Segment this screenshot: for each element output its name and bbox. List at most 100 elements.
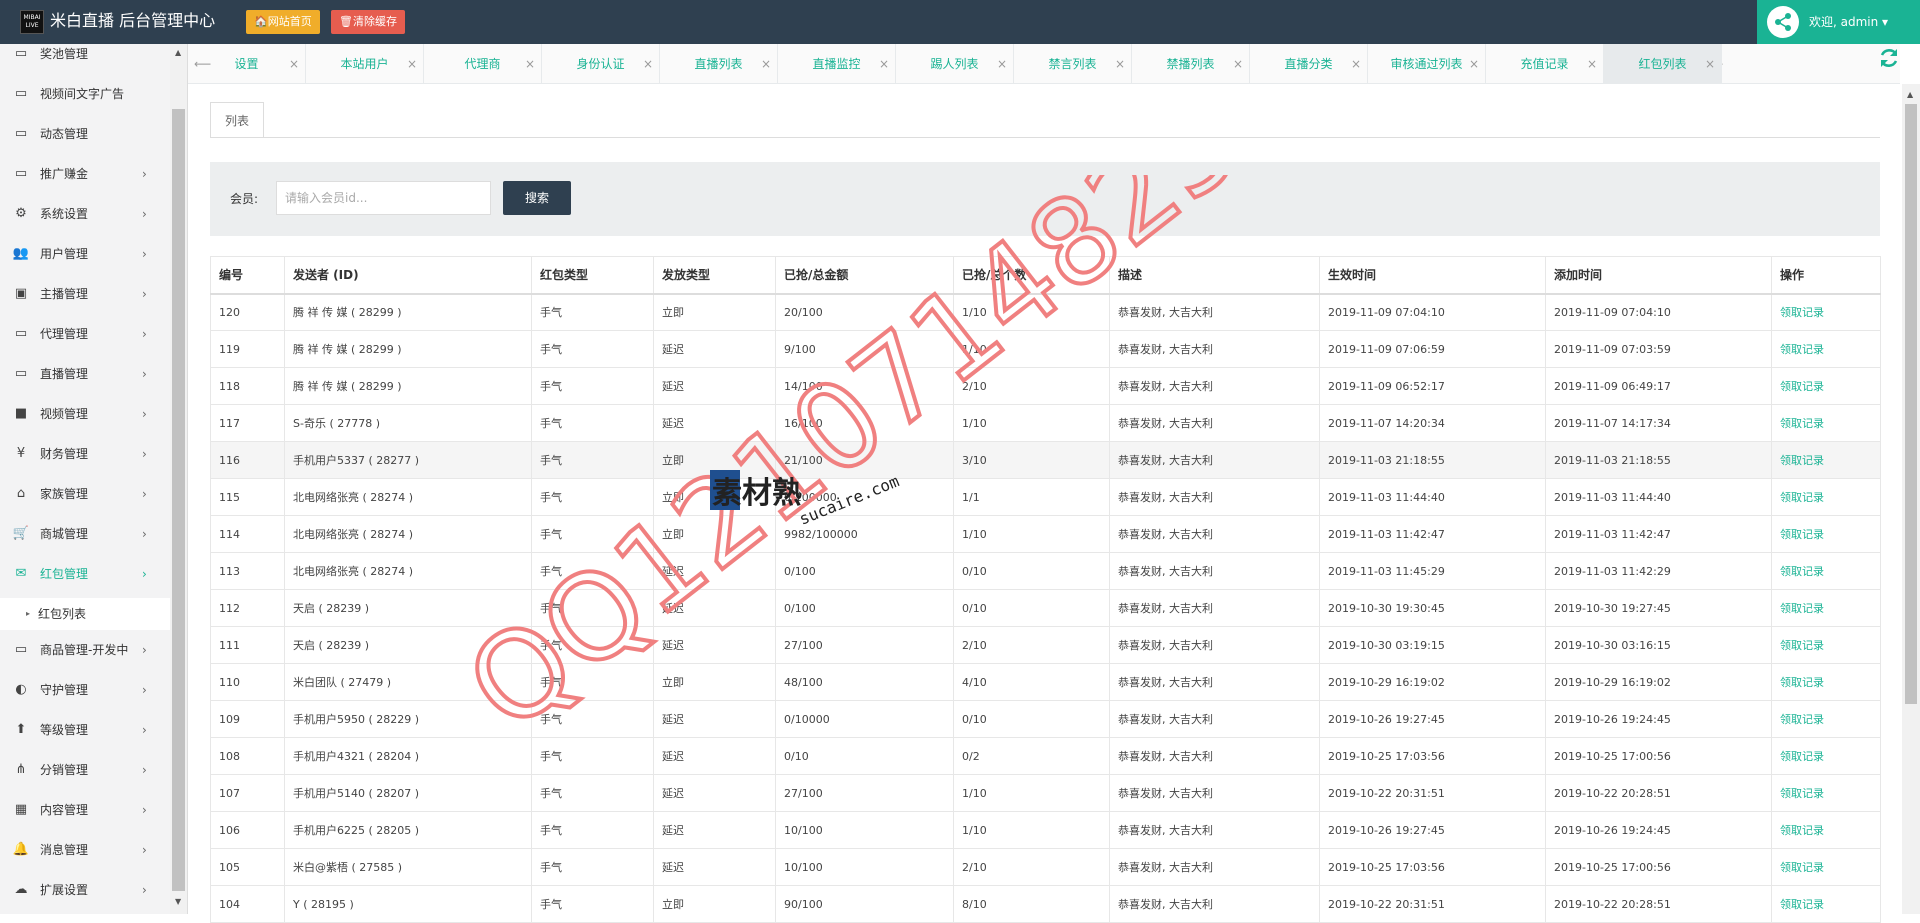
content-scroll-thumb[interactable] [1905,104,1917,704]
tab-item-8[interactable]: 禁播列表 × [1132,44,1250,84]
claim-records-link[interactable]: 领取记录 [1771,404,1881,442]
clear-cache-button[interactable]: 🗑清除缓存 [331,10,405,34]
table-row[interactable]: 117 S-奇乐 ( 27778 ) 手气 延迟 16/100 1/10 恭喜发财, 大吉大… [210,404,1881,442]
table-row[interactable]: 104 Y ( 28195 ) 手气 立即 90/100 8/10 恭喜发财, 大吉大利 20… [210,885,1881,923]
sidebar-item-after-0[interactable]: ▭ 商品管理-开发中 › [0,630,170,670]
close-icon[interactable]: × [643,44,653,84]
table-row[interactable]: 111 天启 ( 28239 ) 手气 延迟 27/100 2/10 恭喜发财, 大吉大利 2… [210,626,1881,664]
tab-item-2[interactable]: 代理商 × [424,44,542,84]
scroll-down-arrow-icon[interactable]: ▼ [175,897,181,906]
table-row[interactable]: 108 手机用户4321 ( 28204 ) 手气 延迟 0/10 0/2 恭喜发财, 大吉… [210,737,1881,775]
close-icon[interactable]: × [1587,44,1597,84]
table-row[interactable]: 115 北电网络张亮 ( 28274 ) 手气 立即 0/100000 1/1 恭喜发财, … [210,478,1881,516]
table-cell: 1/10 [953,330,1110,368]
tab-list[interactable]: 列表 [210,102,264,138]
claim-records-link[interactable]: 领取记录 [1771,367,1881,405]
table-row[interactable]: 105 米白@紫梧 ( 27585 ) 手气 延迟 10/100 2/10 恭喜发财, 大吉… [210,848,1881,886]
sidebar-scrollbar[interactable]: ▲ ▼ [170,44,187,914]
table-cell: 118 [210,367,285,405]
table-row[interactable]: 114 北电网络张亮 ( 28274 ) 手气 立即 9982/100000 1/10 恭喜… [210,515,1881,553]
close-icon[interactable]: × [407,44,417,84]
sidebar-item-5[interactable]: 👥 用户管理 › [0,234,170,274]
sidebar-item-8[interactable]: ▭ 直播管理 › [0,354,170,394]
claim-records-link[interactable]: 领取记录 [1771,441,1881,479]
user-menu[interactable]: 欢迎, admin ▾ [1757,0,1920,44]
refresh-icon[interactable] [1874,46,1904,78]
sidebar-item-6[interactable]: ▣ 主播管理 › [0,274,170,314]
sidebar-item-after-2[interactable]: ⬆ 等级管理 › [0,710,170,750]
member-label: 会员: [230,192,259,206]
table-row[interactable]: 116 手机用户5337 ( 28277 ) 手气 立即 21/100 3/10 恭喜发财,… [210,441,1881,479]
tab-item-9[interactable]: 直播分类 × [1250,44,1368,84]
claim-records-link[interactable]: 领取记录 [1771,515,1881,553]
tab-item-12[interactable]: 红包列表 × [1604,44,1722,84]
sidebar-item-after-3[interactable]: ⋔ 分销管理 › [0,750,170,790]
sidebar-item-0[interactable]: ▭ 奖池管理 [0,44,170,74]
sidebar-item-1[interactable]: ▭ 视频间文字广告 [0,74,170,114]
table-row[interactable]: 110 米白团队 ( 27479 ) 手气 立即 48/100 4/10 恭喜发财, 大吉大… [210,663,1881,701]
close-icon[interactable]: × [1705,44,1715,84]
sidebar-subitem-red-packet-list[interactable]: ▸ 红包列表 [0,598,170,630]
claim-records-link[interactable]: 领取记录 [1771,626,1881,664]
scroll-up-arrow-icon[interactable]: ▲ [175,48,181,57]
close-icon[interactable]: × [1469,44,1479,84]
tab-item-4[interactable]: 直播列表 × [660,44,778,84]
sidebar-item-7[interactable]: ▭ 代理管理 › [0,314,170,354]
sidebar-scroll-thumb[interactable] [172,109,185,891]
close-icon[interactable]: × [525,44,535,84]
tab-item-6[interactable]: 踢人列表 × [896,44,1014,84]
member-id-input[interactable] [276,181,491,215]
sidebar-item-11[interactable]: ⌂ 家族管理 › [0,474,170,514]
table-row[interactable]: 112 天启 ( 28239 ) 手气 延迟 0/100 0/10 恭喜发财, 大吉大利 20… [210,589,1881,627]
claim-records-link[interactable]: 领取记录 [1771,737,1881,775]
sidebar-item-after-4[interactable]: ▦ 内容管理 › [0,790,170,830]
tab-item-1[interactable]: 本站用户 × [306,44,424,84]
close-icon[interactable]: × [997,44,1007,84]
claim-records-link[interactable]: 领取记录 [1771,552,1881,590]
sidebar-item-3[interactable]: ▭ 推广赚金 › [0,154,170,194]
sidebar-item-after-6[interactable]: ☁ 扩展设置 › [0,870,170,910]
tab-item-0[interactable]: 设置 × [188,44,306,84]
claim-records-link[interactable]: 领取记录 [1771,811,1881,849]
table-row[interactable]: 109 手机用户5950 ( 28229 ) 手气 延迟 0/10000 0/10 恭喜发财… [210,700,1881,738]
claim-records-link[interactable]: 领取记录 [1771,700,1881,738]
table-row[interactable]: 118 腾 祥 传 媒 ( 28299 ) 手气 延迟 14/100 2/10 恭喜发财, … [210,367,1881,405]
tab-item-3[interactable]: 身份认证 × [542,44,660,84]
sidebar-item-10[interactable]: ¥ 财务管理 › [0,434,170,474]
table-row[interactable]: 113 北电网络张亮 ( 28274 ) 手气 延迟 0/100 0/10 恭喜发财, 大吉… [210,552,1881,590]
content-scrollbar[interactable]: ▲ [1902,84,1920,914]
content-scroll-up-icon[interactable]: ▲ [1907,90,1913,99]
close-icon[interactable]: × [1115,44,1125,84]
claim-records-link[interactable]: 领取记录 [1771,478,1881,516]
claim-records-link[interactable]: 领取记录 [1771,848,1881,886]
sidebar-item-9[interactable]: ■ 视频管理 › [0,394,170,434]
table-row[interactable]: 119 腾 祥 传 媒 ( 28299 ) 手气 延迟 9/100 1/10 恭喜发财, 大… [210,330,1881,368]
table-row[interactable]: 107 手机用户5140 ( 28207 ) 手气 延迟 27/100 1/10 恭喜发财,… [210,774,1881,812]
sidebar-item-after-1[interactable]: ◐ 守护管理 › [0,670,170,710]
search-button[interactable]: 搜索 [503,181,571,215]
table-cell: 北电网络张亮 ( 28274 ) [284,552,532,590]
table-row[interactable]: 106 手机用户6225 ( 28205 ) 手气 延迟 10/100 1/10 恭喜发财,… [210,811,1881,849]
sidebar-item-after-5[interactable]: 🔔 消息管理 › [0,830,170,870]
close-icon[interactable]: × [289,44,299,84]
home-button[interactable]: 🏠网站首页 [246,10,320,34]
close-icon[interactable]: × [879,44,889,84]
claim-records-link[interactable]: 领取记录 [1771,663,1881,701]
claim-records-link[interactable]: 领取记录 [1771,774,1881,812]
sidebar-item-2[interactable]: ▭ 动态管理 [0,114,170,154]
claim-records-link[interactable]: 领取记录 [1771,589,1881,627]
table-row[interactable]: 120 腾 祥 传 媒 ( 28299 ) 手气 立即 20/100 1/10 恭喜发财, … [210,293,1881,331]
sidebar-item-12[interactable]: 🛒 商城管理 › [0,514,170,554]
tab-item-10[interactable]: 审核通过列表 × [1368,44,1486,84]
close-icon[interactable]: × [1233,44,1243,84]
claim-records-link[interactable]: 领取记录 [1771,330,1881,368]
sidebar-item-13[interactable]: ✉ 红包管理 › [0,554,170,594]
claim-records-link[interactable]: 领取记录 [1771,885,1881,923]
close-icon[interactable]: × [761,44,771,84]
tab-item-11[interactable]: 充值记录 × [1486,44,1604,84]
close-icon[interactable]: × [1351,44,1361,84]
sidebar-item-4[interactable]: ⚙ 系统设置 › [0,194,170,234]
tab-item-5[interactable]: 直播监控 × [778,44,896,84]
claim-records-link[interactable]: 领取记录 [1771,293,1881,331]
tab-item-7[interactable]: 禁言列表 × [1014,44,1132,84]
